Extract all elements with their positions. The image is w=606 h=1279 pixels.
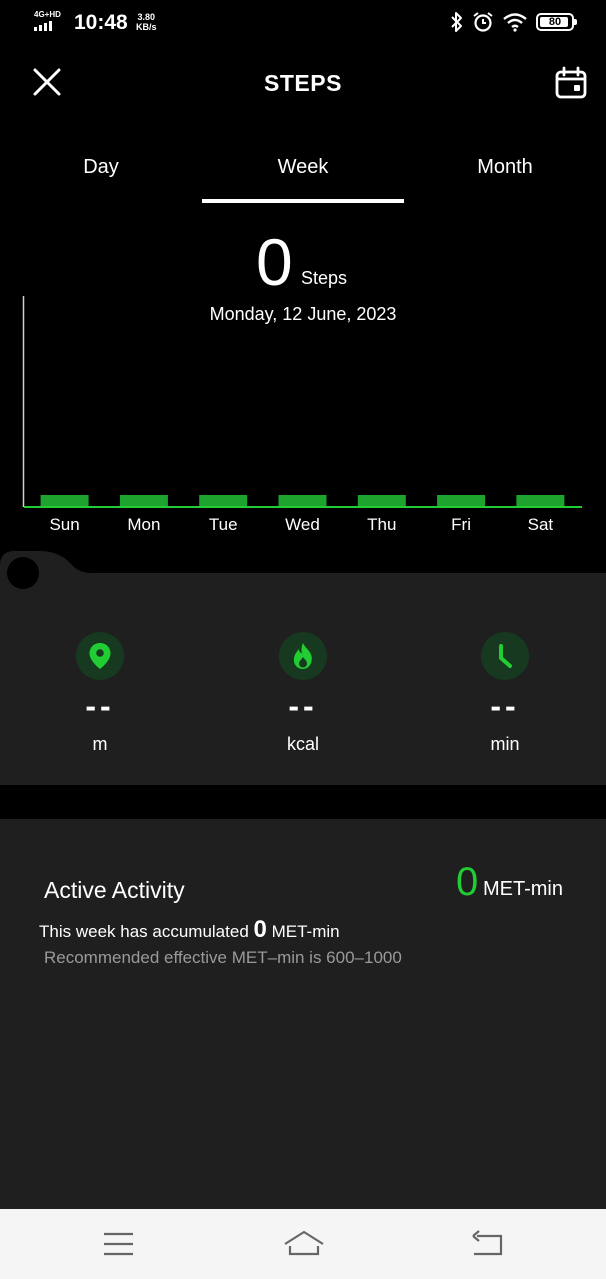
- activity-summary-value: 0: [253, 916, 267, 943]
- chart-tick-label: Fri: [451, 515, 471, 534]
- menu-icon: [104, 1232, 133, 1256]
- chart-tick-label: Thu: [367, 515, 396, 534]
- activity-summary-prefix: This week has accumulated: [39, 922, 249, 941]
- wifi-icon: [503, 13, 527, 32]
- battery-icon: 80: [536, 13, 577, 31]
- network-speed: 3.80 KB/s: [136, 12, 157, 32]
- network-speed-unit: KB/s: [136, 22, 157, 32]
- chart-tick-label: Wed: [285, 515, 320, 534]
- network-type: 4G+HD: [34, 10, 61, 19]
- nav-home-button[interactable]: [283, 1226, 325, 1262]
- battery-level: 80: [548, 16, 562, 28]
- chart-bar-sun[interactable]: [40, 495, 89, 507]
- chart-bar-sat[interactable]: [516, 495, 565, 507]
- status-bar: 4G+HD 10:48 3.80 KB/s 80: [0, 0, 606, 48]
- calendar-icon: [555, 66, 587, 99]
- nav-back-button[interactable]: [469, 1226, 509, 1262]
- status-time: 10:48: [74, 11, 128, 34]
- tab-week[interactable]: Week: [202, 156, 404, 179]
- chart-bar-wed[interactable]: [278, 495, 327, 507]
- status-icons: 80: [450, 11, 577, 33]
- chart-bar-mon[interactable]: [119, 495, 168, 507]
- home-icon: [284, 1230, 324, 1256]
- network-speed-value: 3.80: [137, 12, 156, 22]
- chart-tick-label: Sun: [49, 515, 79, 534]
- signal-icon: [34, 21, 52, 31]
- chart-bar-tue[interactable]: [199, 495, 248, 507]
- chart-tick-label: Sat: [528, 515, 554, 534]
- tab-month[interactable]: Month: [404, 156, 606, 179]
- stat-calories: -- kcal: [228, 632, 378, 755]
- chart-tick-label: Mon: [127, 515, 160, 534]
- steps-unit: Steps: [301, 268, 348, 288]
- activity-title: Active Activity: [44, 877, 185, 903]
- calories-unit: kcal: [286, 734, 319, 754]
- flame-icon: [279, 632, 327, 680]
- steps-value: 0: [256, 225, 293, 299]
- distance-unit: m: [92, 734, 108, 754]
- chart-bar-thu[interactable]: [357, 495, 406, 507]
- stat-duration: -- min: [430, 632, 580, 755]
- calories-value: --: [288, 688, 318, 724]
- back-icon: [472, 1230, 503, 1256]
- stat-distance: -- m: [25, 632, 175, 755]
- calendar-button[interactable]: [554, 66, 588, 100]
- duration-value: --: [490, 688, 520, 724]
- clock-icon: [481, 632, 529, 680]
- activity-summary: This week has accumulated 0 MET-min: [39, 916, 340, 944]
- activity-met-unit: MET-min: [483, 878, 563, 900]
- alarm-icon: [473, 12, 493, 32]
- page-title: STEPS: [264, 70, 342, 96]
- distance-value: --: [85, 688, 115, 724]
- bluetooth-icon: [451, 12, 462, 32]
- activity-recommendation: Recommended effective MET–min is 600–100…: [44, 948, 402, 967]
- duration-unit: min: [490, 734, 520, 754]
- steps-bar-chart[interactable]: Sun Mon Tue Wed Thu Fri Sat: [0, 290, 606, 550]
- activity-met-value: 0: [456, 860, 479, 904]
- activity-summary-unit: MET-min: [271, 922, 340, 941]
- chart-tick-label: Tue: [209, 515, 238, 534]
- chart-bar-fri[interactable]: [437, 495, 486, 507]
- nav-menu-button[interactable]: [99, 1226, 139, 1262]
- tab-active-indicator: [202, 199, 404, 203]
- location-pin-icon: [76, 632, 124, 680]
- tab-day[interactable]: Day: [0, 156, 202, 179]
